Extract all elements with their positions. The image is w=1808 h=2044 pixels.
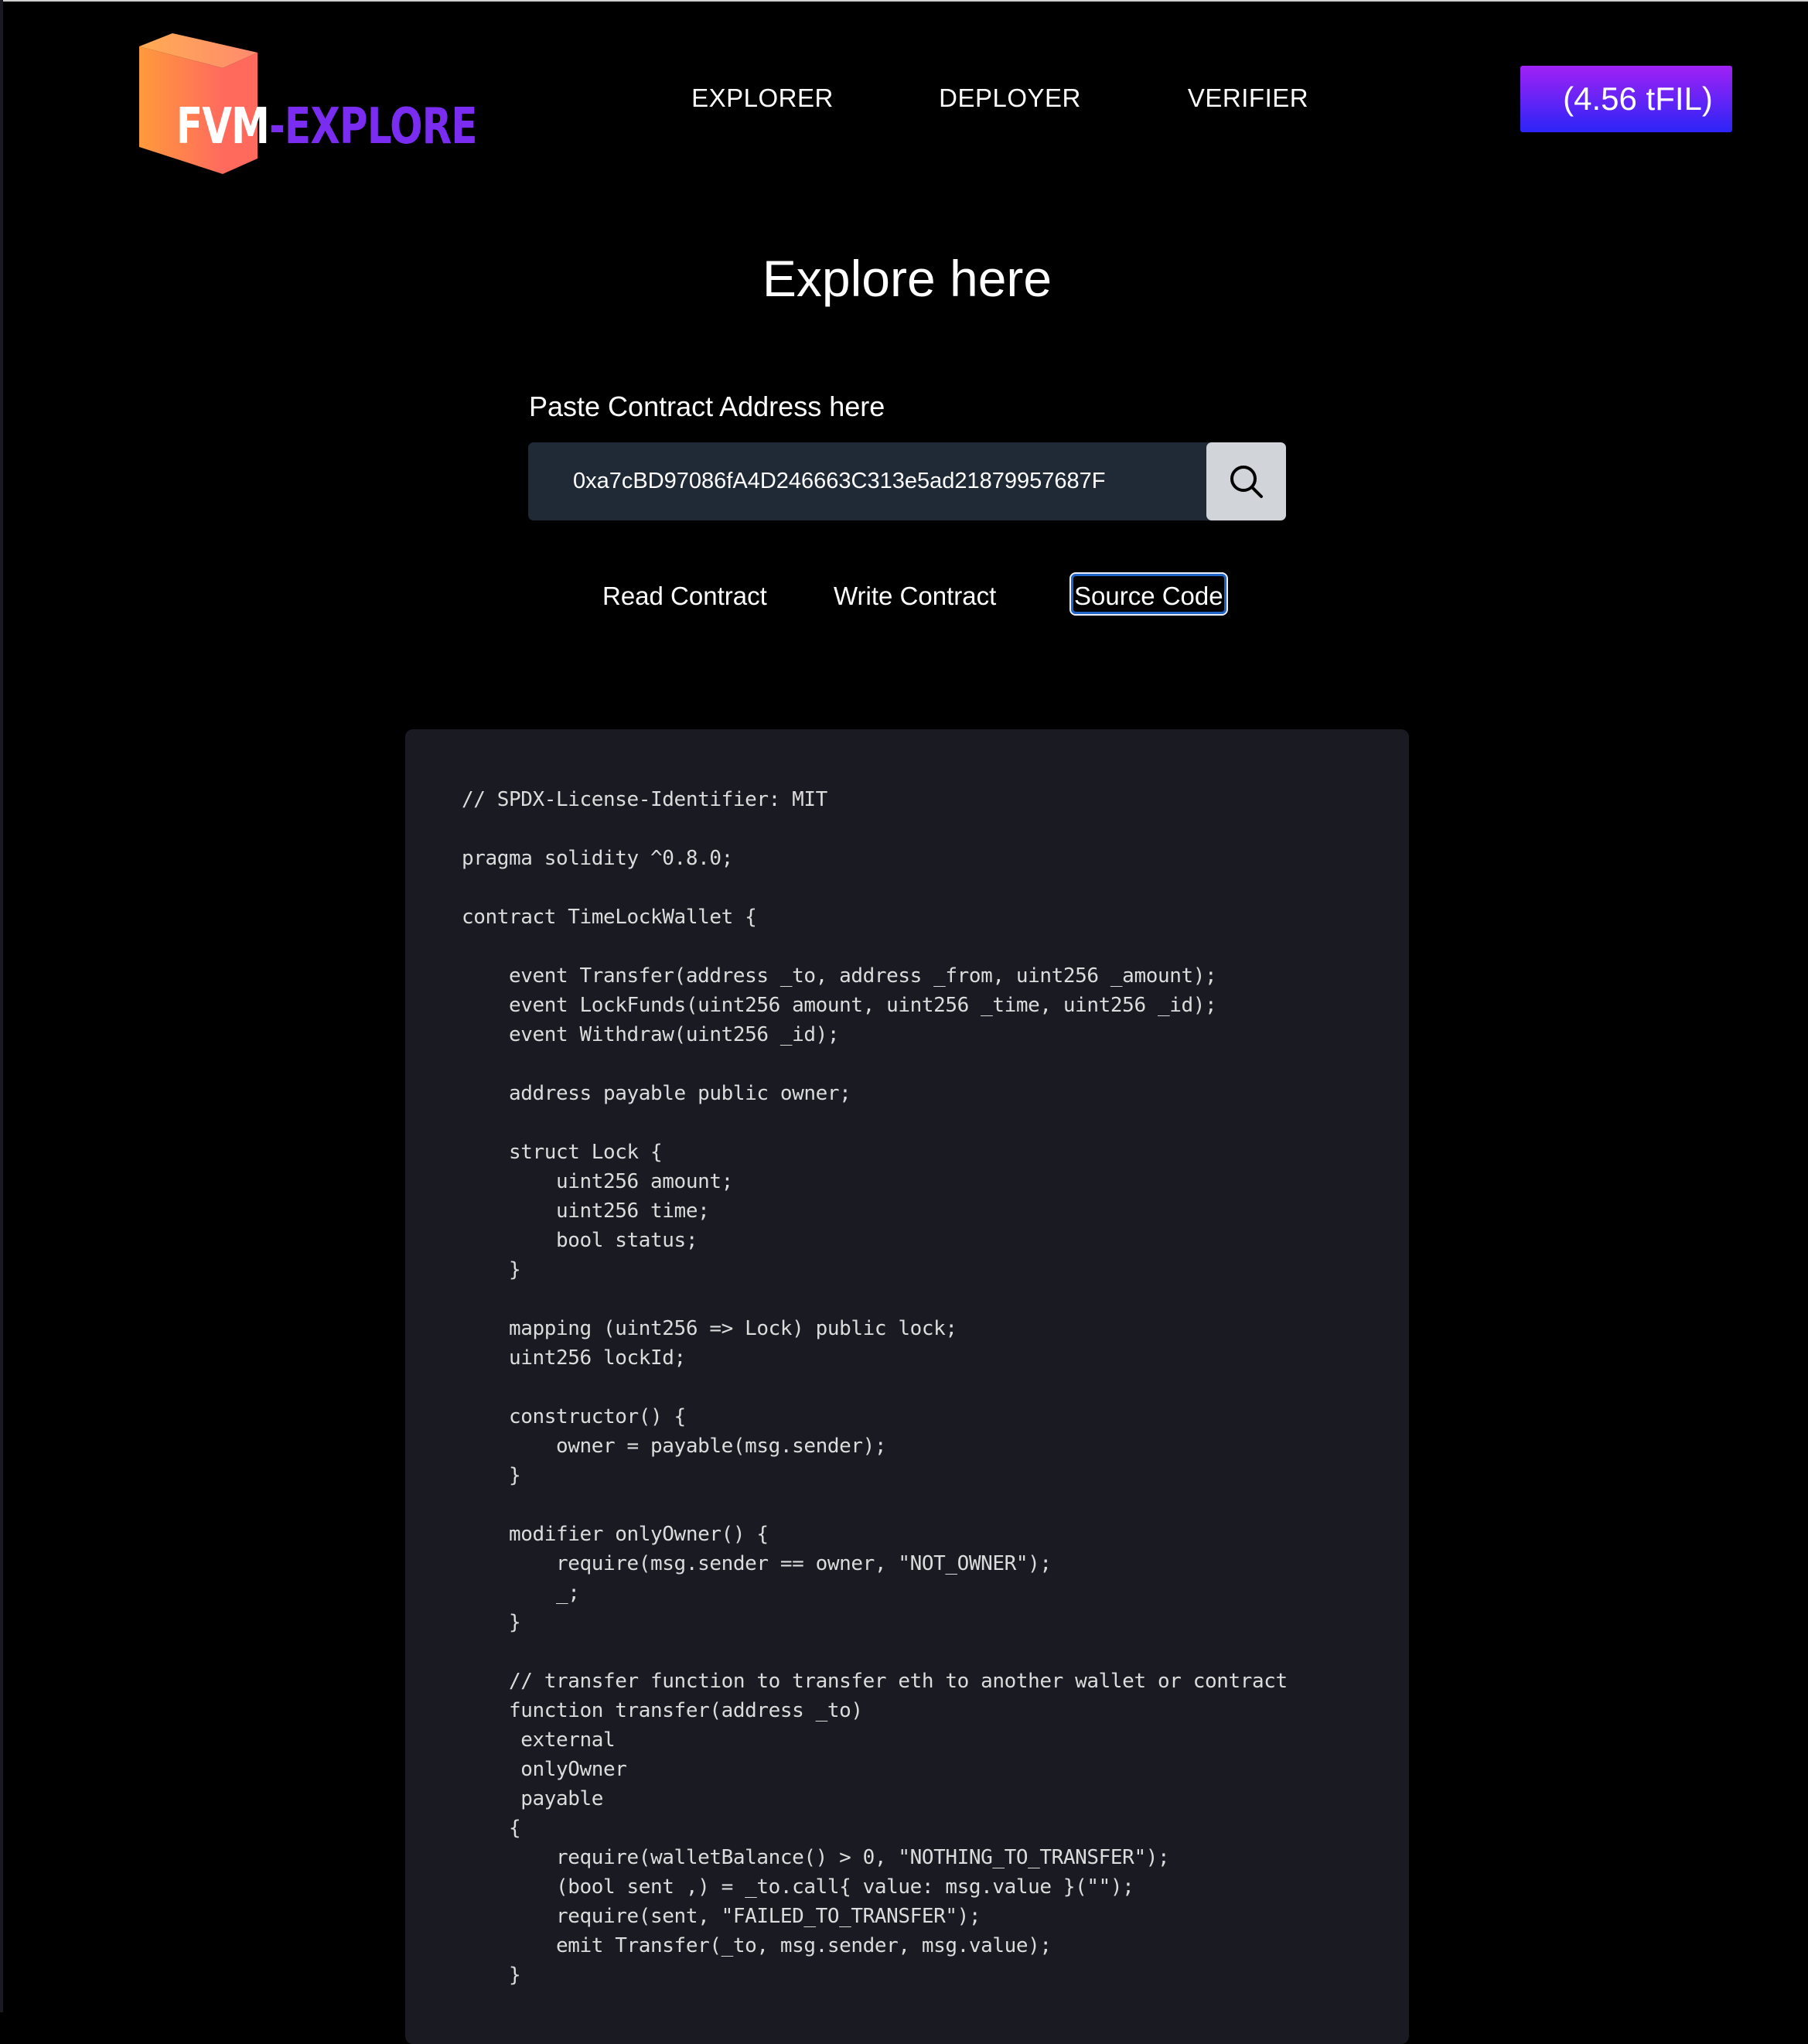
wallet-balance-button[interactable]: (4.56 tFIL): [1520, 66, 1732, 132]
code-line: owner = payable(msg.sender);: [462, 1435, 887, 1458]
code-line: event Transfer(address _to, address _fro…: [462, 964, 1217, 988]
page-title: Explore here: [762, 250, 1052, 307]
nav-deployer[interactable]: DEPLOYER: [939, 84, 1081, 113]
code-line: require(sent, "FAILED_TO_TRANSFER");: [462, 1905, 981, 1928]
source-code-panel: // SPDX-License-Identifier: MIT pragma so…: [405, 729, 1409, 2044]
code-line: function transfer(address _to): [462, 1699, 863, 1722]
code-line: }: [462, 1258, 521, 1281]
code-line: contract TimeLockWallet {: [462, 906, 757, 929]
code-line: uint256 amount;: [462, 1170, 733, 1193]
code-line: bool status;: [462, 1229, 698, 1252]
code-line: external: [462, 1728, 616, 1752]
nav-verifier[interactable]: VERIFIER: [1188, 84, 1308, 113]
logo-text-fvm: FVM: [176, 98, 270, 155]
code-line: constructor() {: [462, 1405, 686, 1428]
code-line: modifier onlyOwner() {: [462, 1523, 769, 1546]
code-line: require(msg.sender == owner, "NOT_OWNER"…: [462, 1552, 1052, 1575]
code-line: onlyOwner: [462, 1758, 627, 1781]
code-line: {: [462, 1817, 521, 1840]
search-icon: [1230, 465, 1263, 498]
tab-read-contract[interactable]: Read Contract: [602, 582, 767, 611]
code-line: event LockFunds(uint256 amount, uint256 …: [462, 994, 1217, 1017]
nav-explorer[interactable]: EXPLORER: [691, 84, 834, 113]
code-line: payable: [462, 1787, 604, 1810]
code-line: uint256 lockId;: [462, 1346, 686, 1370]
search-button[interactable]: [1206, 442, 1286, 520]
source-code: // SPDX-License-Identifier: MIT pragma so…: [462, 785, 1288, 1990]
code-line: }: [462, 1611, 521, 1634]
tab-write-contract[interactable]: Write Contract: [834, 582, 996, 611]
logo[interactable]: FVM-EXPLORE: [138, 31, 478, 178]
code-line: _;: [462, 1582, 580, 1605]
code-line: event Withdraw(uint256 _id);: [462, 1023, 840, 1046]
code-line: emit Transfer(_to, msg.sender, msg.value…: [462, 1934, 1052, 1957]
window-top-border: [0, 0, 1808, 2]
code-line: // transfer function to transfer eth to …: [462, 1670, 1288, 1693]
code-line: // SPDX-License-Identifier: MIT: [462, 788, 827, 811]
code-line: address payable public owner;: [462, 1082, 851, 1105]
logo-text-explore: -EXPLORE: [269, 98, 477, 155]
logo-text: FVM-EXPLORE: [176, 102, 478, 152]
code-line: }: [462, 1464, 521, 1487]
code-line: (bool sent ,) = _to.call{ value: msg.val…: [462, 1875, 1134, 1899]
address-label: Paste Contract Address here: [529, 391, 885, 422]
contract-address-input[interactable]: [528, 442, 1212, 520]
code-line: }: [462, 1964, 521, 1987]
tab-source-code[interactable]: Source Code: [1069, 572, 1228, 616]
code-line: mapping (uint256 => Lock) public lock;: [462, 1317, 957, 1340]
code-line: struct Lock {: [462, 1141, 663, 1164]
code-line: require(walletBalance() > 0, "NOTHING_TO…: [462, 1846, 1170, 1869]
code-line: pragma solidity ^0.8.0;: [462, 847, 733, 870]
code-line: uint256 time;: [462, 1199, 710, 1223]
